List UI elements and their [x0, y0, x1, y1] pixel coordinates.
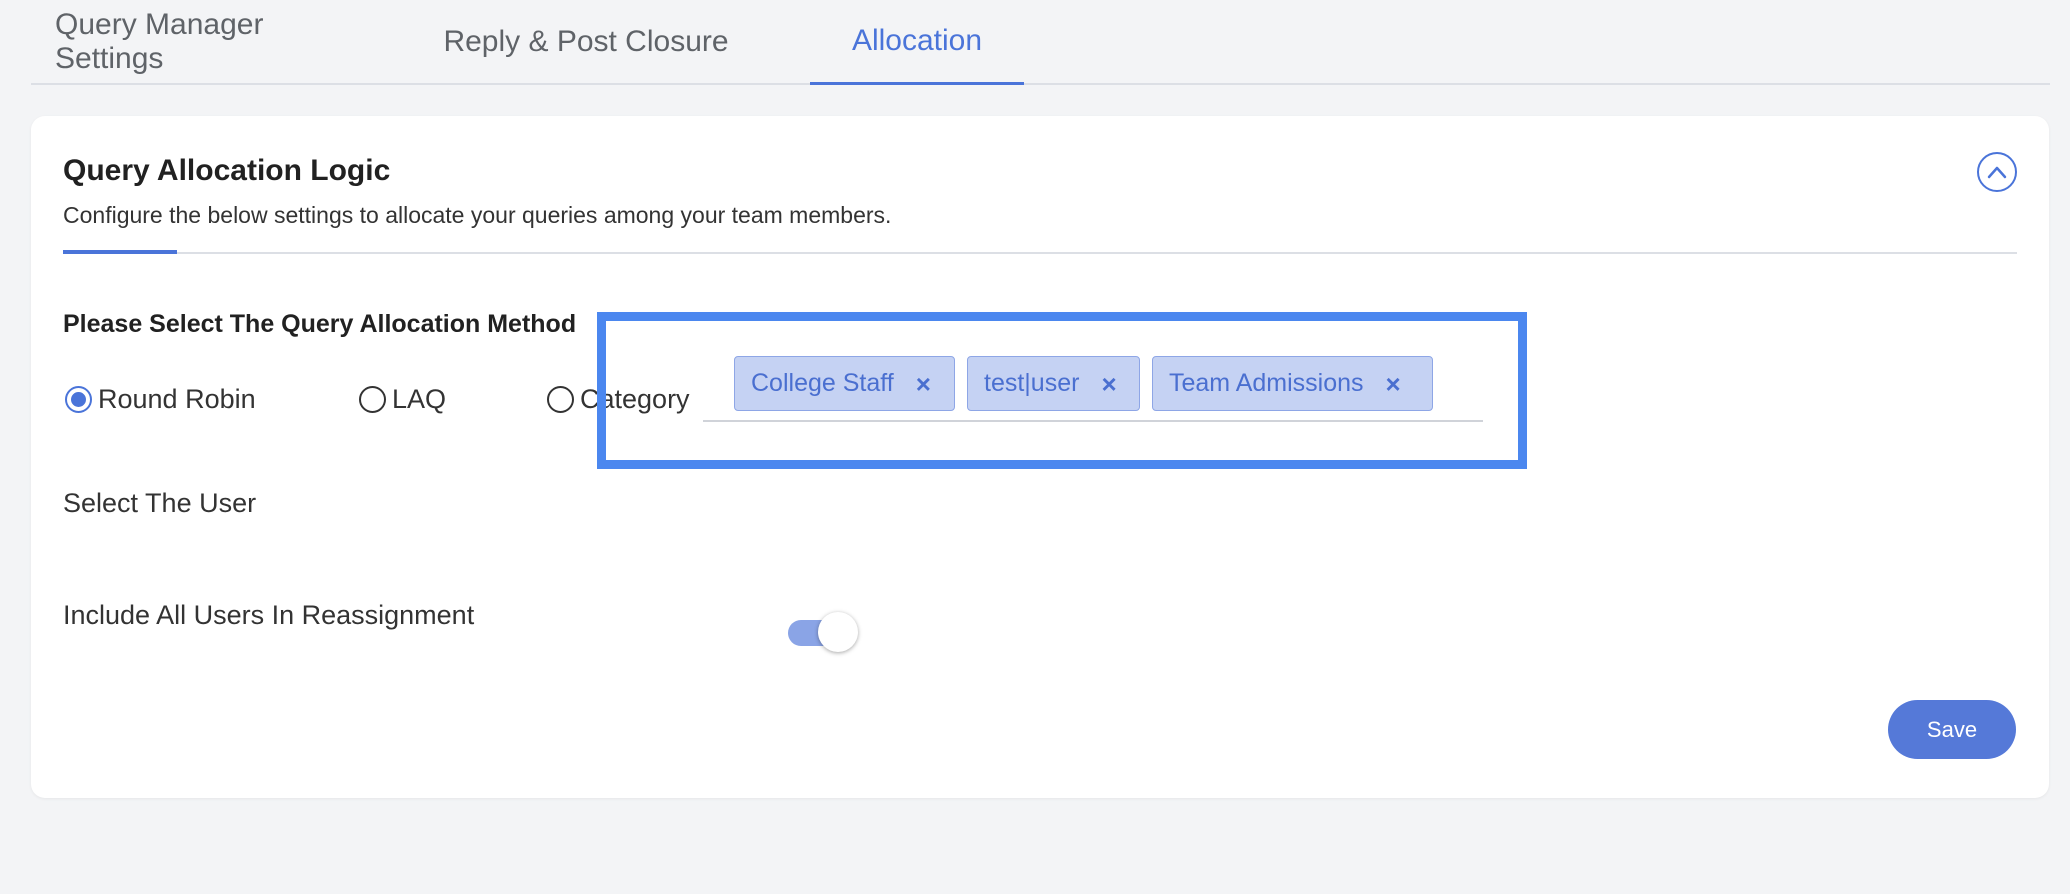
user-chip: test|user ×	[967, 356, 1140, 411]
close-icon[interactable]: ×	[1386, 371, 1401, 397]
radio-label: Round Robin	[98, 384, 256, 414]
reassignment-toggle[interactable]	[788, 612, 860, 652]
radio-round-robin[interactable]: Round Robin	[65, 384, 256, 415]
settings-tabs: Query Manager Settings Reply & Post Clos…	[31, 0, 2050, 85]
header-divider	[63, 252, 2017, 254]
user-multiselect[interactable]: College Staff × test|user × Team Admissi…	[703, 356, 1483, 422]
allocation-method-heading: Please Select The Query Allocation Metho…	[63, 310, 577, 338]
toggle-knob	[818, 612, 858, 652]
reassignment-label: Include All Users In Reassignment	[63, 600, 475, 630]
user-chip: College Staff ×	[734, 356, 955, 411]
radio-label: LAQ	[392, 384, 447, 414]
card-title: Query Allocation Logic	[63, 154, 391, 187]
chip-label: test|user	[984, 369, 1080, 397]
chip-label: College Staff	[751, 369, 894, 397]
radio-circle	[359, 386, 386, 413]
collapse-button[interactable]	[1977, 152, 2017, 192]
tab-reply-post-closure[interactable]: Reply & Post Closure	[431, 0, 741, 83]
select-user-label: Select The User	[63, 488, 257, 518]
close-icon[interactable]: ×	[1101, 371, 1116, 397]
chip-label: Team Admissions	[1169, 369, 1364, 397]
tab-allocation[interactable]: Allocation	[810, 0, 1024, 85]
header-divider-accent	[63, 250, 177, 254]
radio-laq[interactable]: LAQ	[359, 384, 446, 415]
save-button[interactable]: Save	[1888, 700, 2016, 759]
user-chip: Team Admissions ×	[1152, 356, 1433, 411]
close-icon[interactable]: ×	[916, 371, 931, 397]
card-subtitle: Configure the below settings to allocate…	[63, 202, 892, 228]
tab-query-manager-settings[interactable]: Query Manager Settings	[31, 0, 286, 83]
radio-circle-selected	[65, 386, 92, 413]
chevron-up-icon	[1987, 166, 2007, 179]
radio-circle	[547, 386, 574, 413]
